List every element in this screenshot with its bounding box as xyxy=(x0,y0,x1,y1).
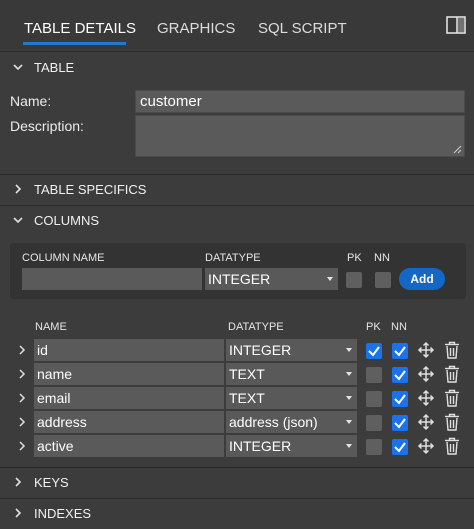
tab-graphics[interactable]: GRAPHICS xyxy=(157,20,235,37)
column-name-input[interactable]: id xyxy=(34,339,224,361)
checkmark-icon xyxy=(394,418,406,429)
nn-checkbox[interactable] xyxy=(392,415,408,431)
move-icon[interactable] xyxy=(417,365,435,383)
chevron-right-icon[interactable] xyxy=(17,368,27,380)
chevron-right-icon[interactable] xyxy=(17,392,27,404)
new-column-nn-checkbox[interactable] xyxy=(375,272,391,288)
checkmark-icon xyxy=(394,442,406,453)
move-icon[interactable] xyxy=(417,341,435,359)
name-label: Name: xyxy=(10,93,52,109)
chevron-down-icon xyxy=(13,64,23,71)
column-datatype-select[interactable]: INTEGER xyxy=(226,339,357,361)
active-tab-indicator xyxy=(23,42,126,45)
datatype-column-header: DATATYPE xyxy=(228,321,284,333)
new-column-datatype-select[interactable]: INTEGER xyxy=(205,268,338,290)
column-name-value: email xyxy=(37,390,71,406)
tab-sql-script[interactable]: SQL SCRIPT xyxy=(258,20,347,37)
pk-checkbox[interactable] xyxy=(366,343,382,359)
panel-toggle-icon[interactable] xyxy=(446,16,466,34)
table-name-input[interactable]: customer xyxy=(135,90,465,113)
column-name-input[interactable]: active xyxy=(34,435,224,457)
name-column-header: NAME xyxy=(35,321,67,333)
pk-checkbox[interactable] xyxy=(366,439,382,455)
move-icon[interactable] xyxy=(417,413,435,431)
divider xyxy=(0,51,474,52)
chevron-right-icon[interactable] xyxy=(17,344,27,356)
move-icon[interactable] xyxy=(417,437,435,455)
pk-header: PK xyxy=(347,252,362,264)
move-icon[interactable] xyxy=(417,389,435,407)
dropdown-arrow-icon xyxy=(346,396,352,400)
chevron-right-icon xyxy=(15,184,22,194)
dropdown-arrow-icon xyxy=(346,420,352,424)
pk-checkbox[interactable] xyxy=(366,415,382,431)
section-title: KEYS xyxy=(34,475,69,490)
section-table-header[interactable]: TABLE xyxy=(0,53,474,83)
section-indexes-header[interactable]: INDEXES xyxy=(0,499,474,529)
dropdown-arrow-icon xyxy=(327,277,333,281)
column-datatype-select[interactable]: TEXT xyxy=(226,363,357,385)
new-column-name-input[interactable] xyxy=(22,268,202,290)
trash-icon[interactable] xyxy=(444,413,460,431)
chevron-right-icon xyxy=(15,477,22,487)
chevron-right-icon[interactable] xyxy=(17,416,27,428)
description-label: Description: xyxy=(10,118,84,134)
pk-column-header: PK xyxy=(366,321,381,333)
checkmark-icon xyxy=(368,346,380,357)
trash-icon[interactable] xyxy=(444,437,460,455)
nn-checkbox[interactable] xyxy=(392,367,408,383)
column-datatype-select[interactable]: TEXT xyxy=(226,387,357,409)
column-name-value: active xyxy=(37,438,74,454)
pk-checkbox[interactable] xyxy=(366,367,382,383)
dropdown-arrow-icon xyxy=(346,348,352,352)
dropdown-arrow-icon xyxy=(346,372,352,376)
checkmark-icon xyxy=(394,370,406,381)
nn-checkbox[interactable] xyxy=(392,439,408,455)
new-column-datatype-value: INTEGER xyxy=(208,271,271,287)
add-column-button[interactable]: Add xyxy=(399,268,445,290)
chevron-down-icon xyxy=(13,217,23,224)
checkmark-icon xyxy=(394,346,406,357)
section-title: TABLE xyxy=(34,60,75,75)
nn-header: NN xyxy=(374,252,390,264)
section-title: INDEXES xyxy=(34,506,92,521)
resize-handle-icon[interactable] xyxy=(453,145,462,154)
column-name-input[interactable]: email xyxy=(34,387,224,409)
column-datatype-value: INTEGER xyxy=(229,438,292,454)
trash-icon[interactable] xyxy=(444,341,460,359)
nn-checkbox[interactable] xyxy=(392,343,408,359)
column-datatype-value: TEXT xyxy=(229,366,265,382)
column-name-header: COLUMN NAME xyxy=(22,252,105,264)
column-name-value: name xyxy=(37,366,73,382)
new-column-pk-checkbox[interactable] xyxy=(346,272,362,288)
section-table-specifics-header[interactable]: TABLE SPECIFICS xyxy=(0,175,474,205)
trash-icon[interactable] xyxy=(444,389,460,407)
dropdown-arrow-icon xyxy=(346,444,352,448)
table-name-value: customer xyxy=(140,93,202,110)
chevron-right-icon xyxy=(15,508,22,518)
description-textarea[interactable] xyxy=(135,115,465,157)
chevron-right-icon[interactable] xyxy=(17,440,27,452)
column-datatype-value: TEXT xyxy=(229,390,265,406)
pk-checkbox[interactable] xyxy=(366,391,382,407)
tab-table-details[interactable]: TABLE DETAILS xyxy=(24,20,136,37)
datatype-header: DATATYPE xyxy=(205,252,261,264)
column-name-value: id xyxy=(37,342,48,358)
checkmark-icon xyxy=(394,394,406,405)
column-name-input[interactable]: name xyxy=(34,363,224,385)
column-name-value: address xyxy=(37,414,87,430)
nn-checkbox[interactable] xyxy=(392,391,408,407)
section-columns-header[interactable]: COLUMNS xyxy=(0,206,474,236)
trash-icon[interactable] xyxy=(444,365,460,383)
section-keys-header[interactable]: KEYS xyxy=(0,468,474,498)
section-title: TABLE SPECIFICS xyxy=(34,182,147,197)
column-datatype-select[interactable]: address (json) xyxy=(226,411,357,433)
column-name-input[interactable]: address xyxy=(34,411,224,433)
column-datatype-value: INTEGER xyxy=(229,342,292,358)
section-title: COLUMNS xyxy=(34,213,100,228)
column-datatype-value: address (json) xyxy=(229,414,318,430)
column-datatype-select[interactable]: INTEGER xyxy=(226,435,357,457)
tab-bar: TABLE DETAILS GRAPHICS SQL SCRIPT xyxy=(0,0,474,50)
nn-column-header: NN xyxy=(391,321,407,333)
